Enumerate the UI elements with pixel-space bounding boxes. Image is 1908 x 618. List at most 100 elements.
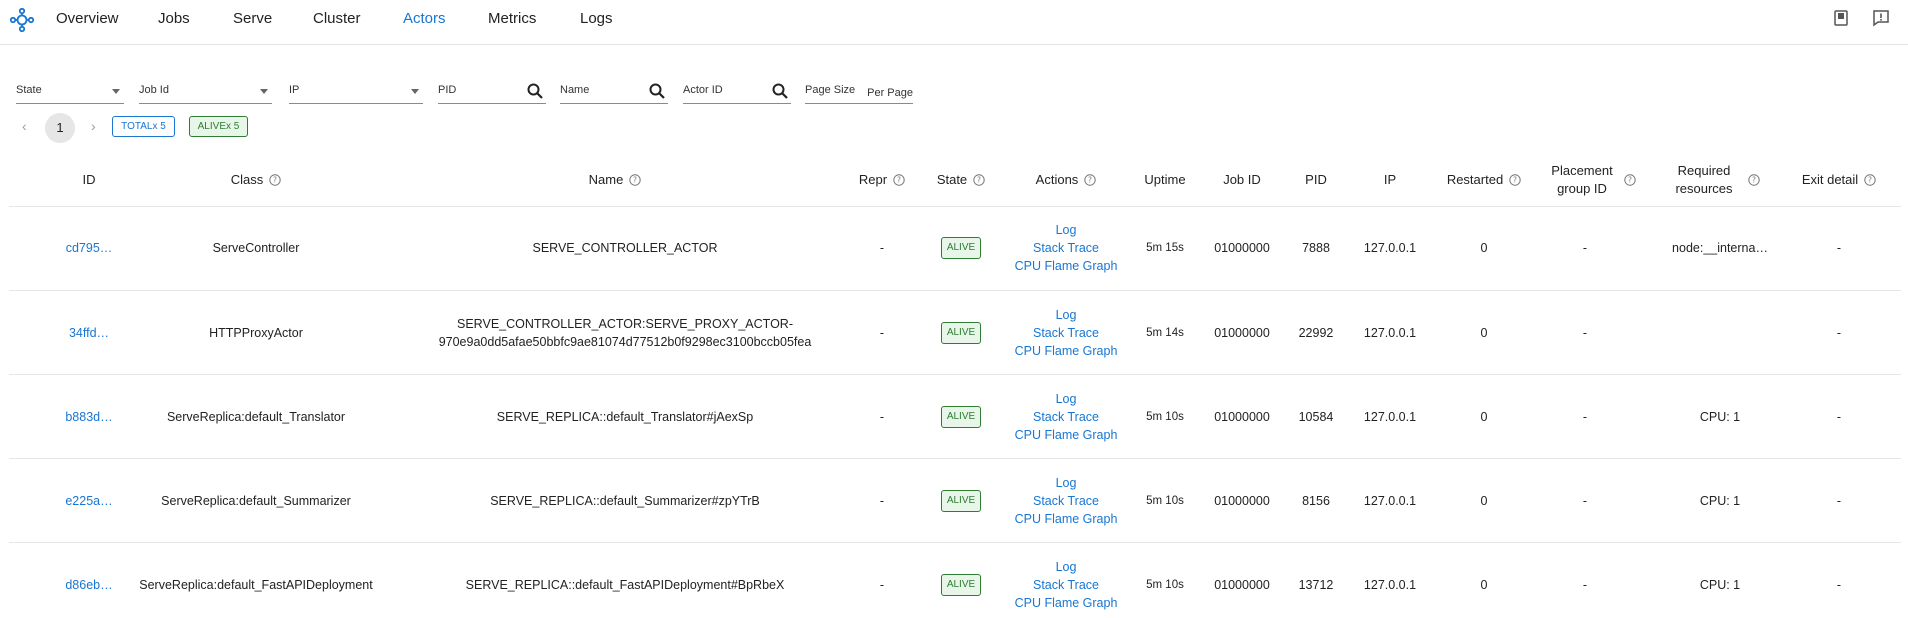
cpu-flame-graph-link[interactable]: CPU Flame Graph [1015,342,1118,360]
cell-actions: Log Stack Trace CPU Flame Graph [1010,375,1122,459]
help-icon[interactable]: ? [1509,174,1521,186]
svg-text:?: ? [1752,176,1756,185]
log-link[interactable]: Log [1056,306,1077,324]
cell-required-resources: CPU: 1 [1699,578,1741,592]
stack-trace-link[interactable]: Stack Trace [1033,492,1099,510]
help-icon[interactable]: ? [1864,174,1876,186]
column-header-pid-label: PID [1305,172,1327,187]
cell-job-id: 01000000 [1214,578,1270,592]
state-filter[interactable]: State [16,82,124,104]
ip-filter[interactable]: IP [289,82,423,104]
column-header-actions-label: Actions [1035,172,1079,187]
help-icon[interactable]: ? [629,174,642,186]
column-header-id: ID [46,154,132,206]
help-icon[interactable]: ? [1748,174,1760,186]
alive-count-chip[interactable]: ALIVEx 5 [189,116,248,137]
log-link[interactable]: Log [1056,558,1077,576]
cell-actions: Log Stack Trace CPU Flame Graph [1010,291,1122,375]
cell-uptime: 5m 10s [1146,411,1184,423]
svg-text:?: ? [977,176,981,185]
cell-exit-detail: - [1836,494,1842,508]
cell-pid: 13712 [1298,578,1334,592]
feedback-icon[interactable] [1872,9,1890,27]
nav-metrics[interactable]: Metrics [488,10,536,27]
book-icon[interactable] [1832,9,1850,27]
stack-trace-link[interactable]: Stack Trace [1033,576,1099,594]
cell-exit-detail: - [1836,326,1842,340]
log-link[interactable]: Log [1056,474,1077,492]
job-id-filter-label: Job Id [139,84,169,96]
cell-repr: - [879,326,885,340]
help-icon[interactable]: ? [973,174,985,186]
chevron-down-icon [411,89,419,94]
stack-trace-link[interactable]: Stack Trace [1033,239,1099,257]
nav-cluster[interactable]: Cluster [313,10,361,27]
column-header-job-id: Job ID [1202,154,1282,206]
previous-page-icon[interactable]: ‹ [22,118,27,134]
column-header-placement-group-id-label: Placement group ID [1551,163,1613,196]
cell-name: SERVE_CONTROLLER_ACTOR [532,241,718,255]
cell-id[interactable]: b883d… [46,375,132,459]
log-link[interactable]: Log [1056,221,1077,239]
cell-job-id: 01000000 [1214,326,1270,340]
page-size-value: Per Page [867,87,913,99]
cell-state: ALIVE [924,375,998,459]
column-header-class-label: Class [230,172,264,187]
nav-logs[interactable]: Logs [580,10,613,27]
cell-id[interactable]: e225a… [46,459,132,543]
log-link[interactable]: Log [1056,390,1077,408]
cpu-flame-graph-link[interactable]: CPU Flame Graph [1015,510,1118,528]
status-badge: ALIVE [940,406,982,428]
cell-uptime: 5m 15s [1146,242,1184,254]
column-header-required-resources-label: Required resources [1675,163,1733,196]
pid-search-input[interactable]: PID [438,82,546,104]
column-header-ip: IP [1350,154,1430,206]
actor-id-search-input[interactable]: Actor ID [683,82,791,104]
cell-id[interactable]: d86eb… [46,543,132,618]
ip-filter-label: IP [289,84,300,96]
nav-jobs[interactable]: Jobs [158,10,190,27]
job-id-filter[interactable]: Job Id [139,82,272,104]
help-icon[interactable]: ? [269,174,281,186]
actor-id-search-label: Actor ID [683,84,723,96]
cell-name: SERVE_CONTROLLER_ACTOR:SERVE_PROXY_ACTOR… [438,317,812,349]
nav-actors[interactable]: Actors [403,10,446,27]
cpu-flame-graph-link[interactable]: CPU Flame Graph [1015,426,1118,444]
cell-placement-group-id: - [1582,241,1588,255]
column-header-repr: Repr? [846,154,918,206]
cell-actions: Log Stack Trace CPU Flame Graph [1010,206,1122,290]
cell-class: ServeReplica:default_FastAPIDeployment [139,578,373,592]
next-page-icon[interactable]: › [91,118,96,134]
help-icon[interactable]: ? [1084,174,1097,186]
status-badge: ALIVE [940,490,982,512]
cell-restarted: 0 [1480,578,1488,592]
cell-restarted: 0 [1480,494,1488,508]
cell-job-id: 01000000 [1214,494,1270,508]
nav-serve[interactable]: Serve [233,10,272,27]
help-icon[interactable]: ? [1624,174,1636,186]
cell-id[interactable]: 34ffd… [46,291,132,375]
current-page-button[interactable]: 1 [45,113,75,143]
column-header-uptime-label: Uptime [1144,172,1186,187]
status-badge: ALIVE [940,322,982,344]
nav-overview[interactable]: Overview [56,10,119,27]
cell-placement-group-id: - [1582,410,1588,424]
cell-state: ALIVE [924,459,998,543]
page-size-input[interactable]: Page Size Per Page [805,82,913,104]
name-search-input[interactable]: Name [560,82,668,104]
cpu-flame-graph-link[interactable]: CPU Flame Graph [1015,257,1118,275]
cell-id[interactable]: cd795… [46,206,132,290]
cell-pid: 10584 [1298,410,1334,424]
stack-trace-link[interactable]: Stack Trace [1033,408,1099,426]
svg-text:?: ? [1088,176,1092,185]
cell-uptime: 5m 14s [1146,327,1184,339]
ray-logo-icon[interactable] [8,6,36,34]
stack-trace-link[interactable]: Stack Trace [1033,324,1099,342]
cpu-flame-graph-link[interactable]: CPU Flame Graph [1015,594,1118,612]
cell-job-id: 01000000 [1214,410,1270,424]
cell-required-resources: CPU: 1 [1699,494,1741,508]
cell-name: SERVE_REPLICA::default_FastAPIDeployment… [465,578,785,592]
help-icon[interactable]: ? [893,174,905,186]
total-count-chip[interactable]: TOTALx 5 [112,116,175,137]
column-header-class: Class? [136,154,376,206]
